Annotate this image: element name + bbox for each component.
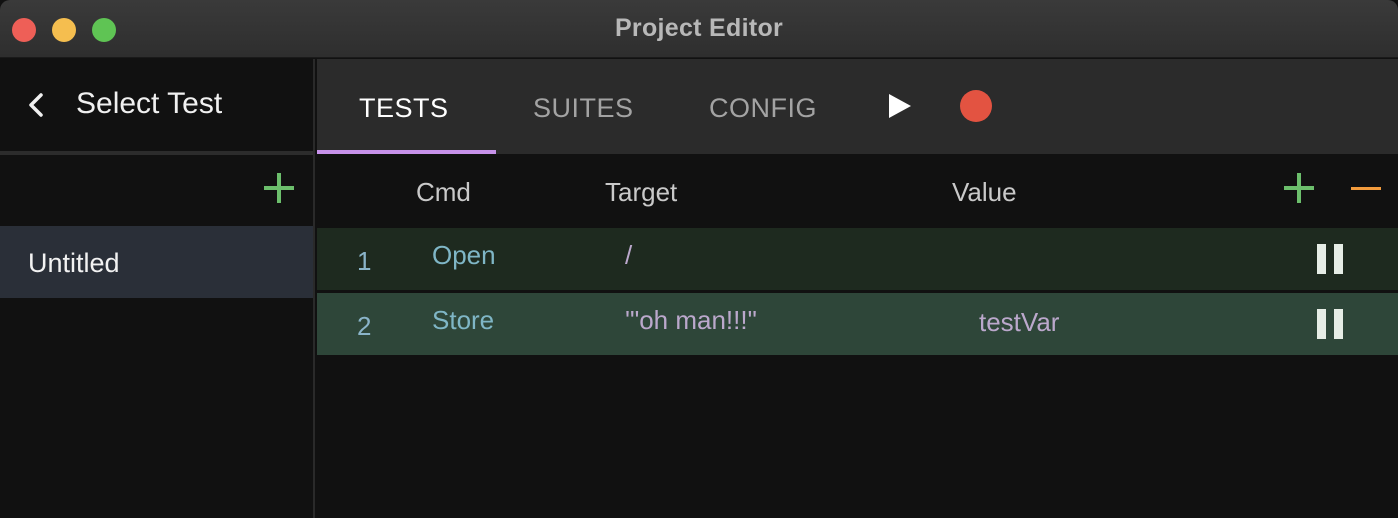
column-header-value: Value	[952, 177, 1017, 207]
row-index: 1	[357, 246, 372, 276]
sidebar-header: Select Test	[0, 59, 313, 151]
row-command[interactable]: Open	[432, 240, 496, 271]
add-test-icon[interactable]	[262, 171, 296, 205]
chevron-left-icon[interactable]	[26, 91, 46, 119]
tab-suites[interactable]: SUITES	[533, 93, 634, 124]
table-row[interactable]: 2 Store '"oh man!!!" testVar	[317, 293, 1398, 355]
pause-icon[interactable]	[1317, 309, 1343, 339]
column-header-cmd: Cmd	[416, 177, 471, 207]
row-target[interactable]: /	[625, 240, 632, 271]
window-title: Project Editor	[614, 14, 784, 42]
empty-table-area	[317, 356, 1398, 518]
table-row[interactable]: 1 Open /	[317, 228, 1398, 290]
row-command[interactable]: Store	[432, 305, 494, 336]
pause-icon[interactable]	[1317, 244, 1343, 274]
test-list-item[interactable]: Untitled	[0, 226, 313, 298]
row-value[interactable]: testVar	[979, 307, 1059, 338]
tab-tests[interactable]: TESTS	[359, 93, 449, 124]
sidebar-divider	[0, 151, 313, 155]
tab-config[interactable]: CONFIG	[709, 93, 817, 124]
sidebar: Select Test Untitled	[0, 59, 315, 518]
column-header-target: Target	[605, 177, 678, 207]
row-target[interactable]: '"oh man!!!"	[625, 305, 757, 336]
play-icon[interactable]	[887, 92, 913, 120]
row-index: 2	[357, 311, 372, 341]
record-icon[interactable]	[960, 90, 992, 122]
title-bar: Project Editor	[0, 0, 1398, 58]
tab-bar: TESTS SUITES CONFIG	[317, 59, 1398, 154]
remove-command-icon[interactable]	[1351, 187, 1381, 190]
sidebar-title: Select Test	[76, 87, 223, 120]
test-item-label: Untitled	[28, 248, 120, 278]
table-header: Cmd Target Value	[317, 154, 1398, 226]
add-command-icon[interactable]	[1283, 172, 1315, 204]
